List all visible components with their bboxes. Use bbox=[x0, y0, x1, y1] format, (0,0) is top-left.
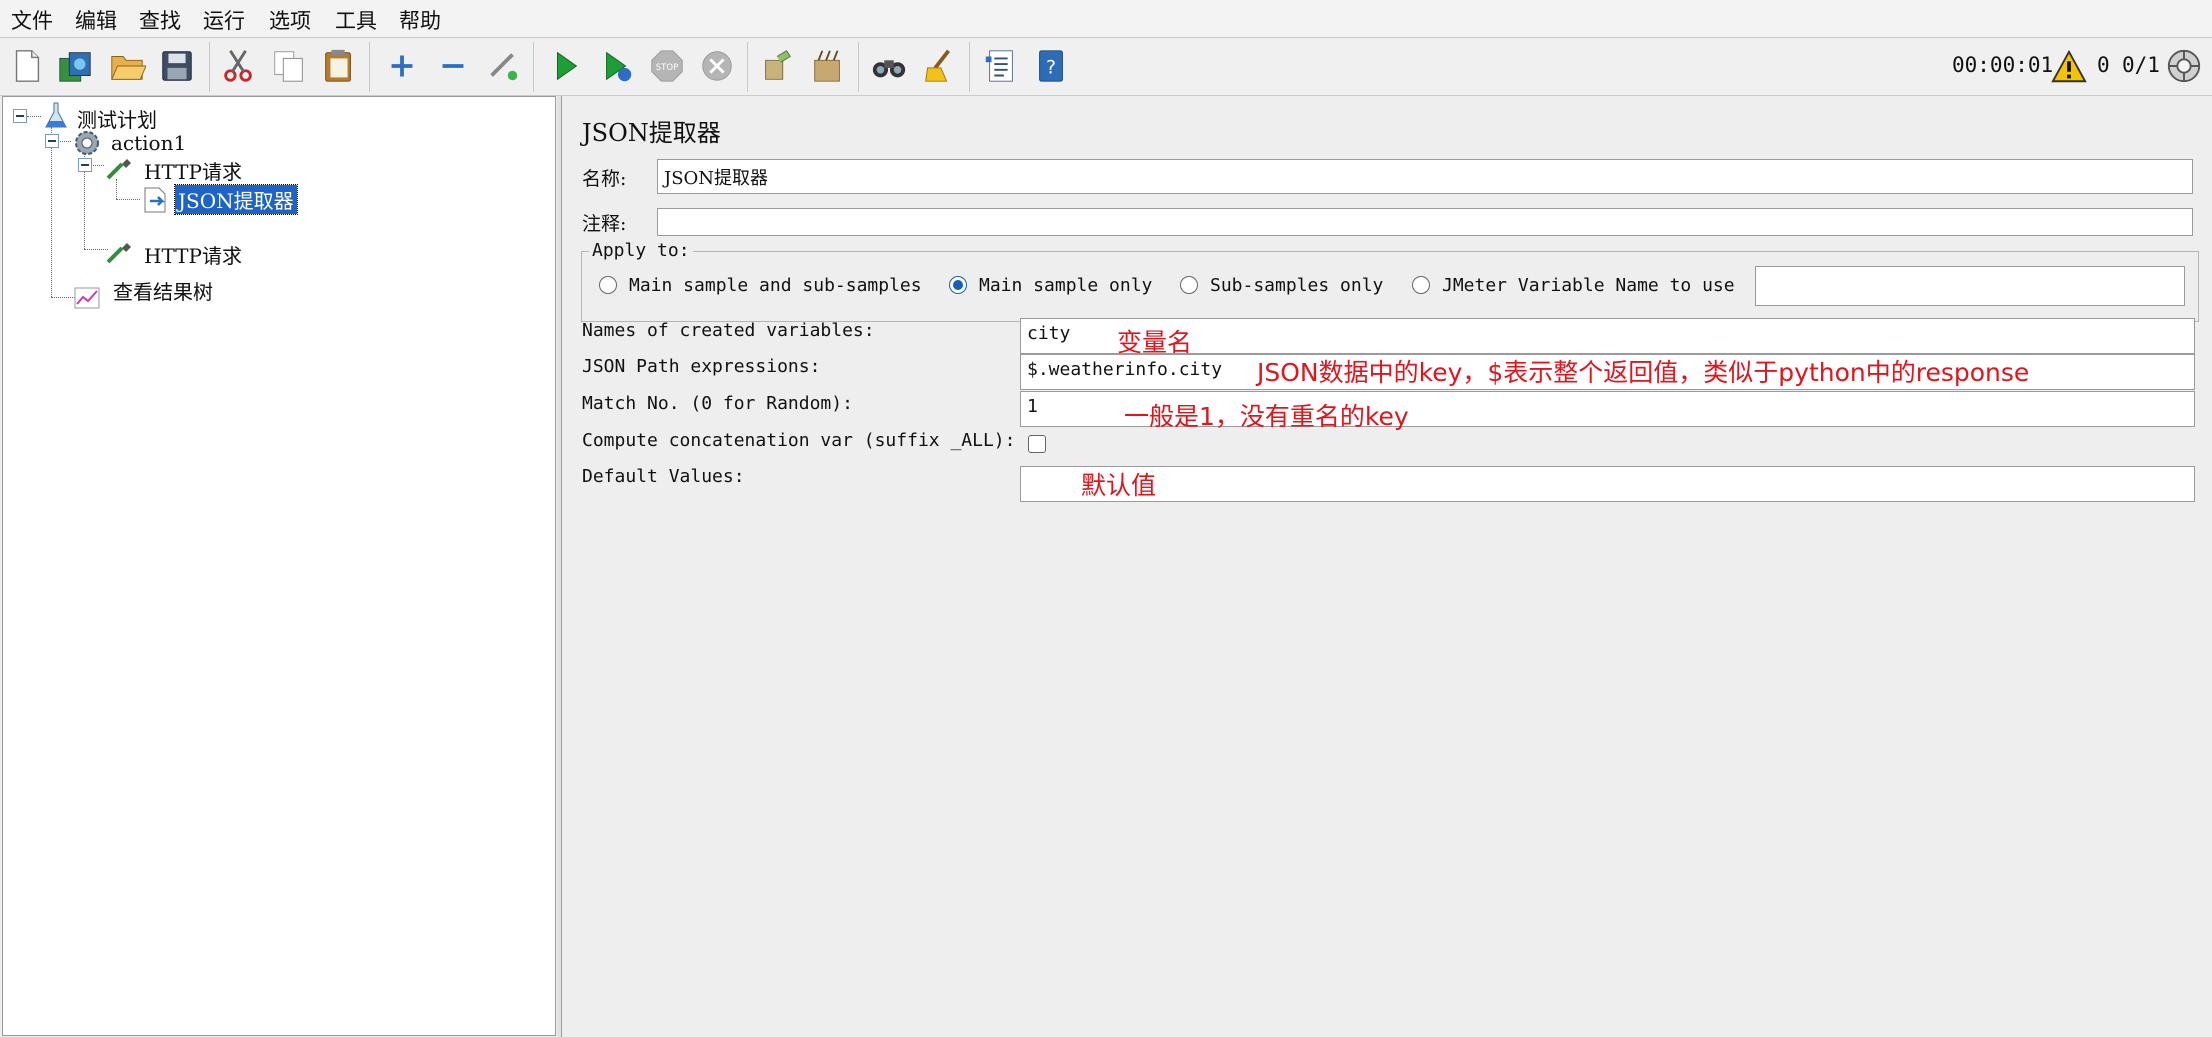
help-icon[interactable]: ? bbox=[1031, 46, 1071, 86]
toggle-icon[interactable] bbox=[483, 46, 523, 86]
new-icon[interactable] bbox=[7, 46, 47, 86]
warning-count: 0 bbox=[2097, 53, 2110, 77]
annotation-json-path: JSON数据中的key，$表示整个返回值，类似于python中的response bbox=[1257, 358, 2030, 387]
clear-icon[interactable] bbox=[757, 46, 797, 86]
comment-field[interactable] bbox=[657, 208, 2193, 236]
menu-help[interactable]: 帮助 bbox=[399, 5, 441, 35]
collapse-toggle-http1[interactable] bbox=[78, 158, 92, 172]
warning-icon[interactable] bbox=[2049, 47, 2089, 87]
tree-item-view-results-tree[interactable]: 查看结果树 bbox=[113, 276, 213, 305]
menu-file[interactable]: 文件 bbox=[11, 5, 53, 35]
radio-main-only-label: Main sample only bbox=[979, 275, 1153, 296]
annotation-default-values: 默认值 bbox=[1081, 471, 1157, 500]
function-helper-icon[interactable] bbox=[981, 46, 1021, 86]
menu-run[interactable]: 运行 bbox=[203, 5, 245, 35]
radio-main-and-sub[interactable] bbox=[599, 276, 617, 294]
default-values-label: Default Values: bbox=[582, 466, 745, 487]
compute-concat-checkbox[interactable] bbox=[1028, 435, 1046, 453]
json-path-label: JSON Path expressions: bbox=[582, 356, 821, 377]
test-plan-icon bbox=[41, 101, 71, 131]
radio-jmeter-variable[interactable] bbox=[1412, 276, 1430, 294]
names-of-variables-label: Names of created variables: bbox=[582, 320, 875, 341]
thread-count: 0/1 bbox=[2122, 53, 2160, 77]
thread-group-icon bbox=[72, 128, 102, 158]
copy-icon[interactable] bbox=[269, 46, 309, 86]
reset-search-icon[interactable] bbox=[919, 46, 959, 86]
paste-icon[interactable] bbox=[319, 46, 359, 86]
jmeter-variable-name-field[interactable] bbox=[1755, 266, 2185, 306]
start-icon[interactable] bbox=[546, 46, 586, 86]
toolbar: STOP ? 00:00:01 0 0/1 bbox=[0, 38, 2212, 96]
json-extractor-panel: JSON提取器 名称: JSON提取器 注释: Apply to: Main s… bbox=[561, 96, 2212, 1037]
menu-edit[interactable]: 编辑 bbox=[75, 5, 117, 35]
menu-bar: 文件 编辑 查找 运行 选项 工具 帮助 bbox=[0, 0, 2212, 38]
default-values-field[interactable] bbox=[1020, 466, 2195, 502]
match-no-label: Match No. (0 for Random): bbox=[582, 393, 853, 414]
menu-tools[interactable]: 工具 bbox=[335, 5, 377, 35]
sampler-pipette-icon bbox=[104, 236, 134, 266]
names-of-variables-field[interactable]: city bbox=[1020, 318, 2195, 354]
post-processor-icon bbox=[140, 185, 170, 215]
svg-text:STOP: STOP bbox=[656, 63, 679, 73]
open-icon[interactable] bbox=[107, 46, 147, 86]
save-icon[interactable] bbox=[157, 46, 197, 86]
templates-icon[interactable] bbox=[55, 46, 95, 86]
collapse-toggle-action1[interactable] bbox=[45, 134, 59, 148]
annotation-match-no: 一般是1，没有重名的key bbox=[1124, 402, 1409, 431]
panel-title: JSON提取器 bbox=[582, 119, 721, 147]
tree-item-json-extractor[interactable]: JSON提取器 bbox=[174, 184, 298, 215]
elapsed-time: 00:00:01 bbox=[1952, 53, 2054, 77]
collapse-icon[interactable] bbox=[433, 46, 473, 86]
tree-item-http-request-2[interactable]: HTTP请求 bbox=[144, 240, 242, 269]
stop-icon[interactable]: STOP bbox=[647, 46, 687, 86]
radio-jmeter-variable-label: JMeter Variable Name to use bbox=[1442, 275, 1735, 296]
sampler-pipette-icon bbox=[104, 152, 134, 182]
test-plan-tree: 测试计划 action1 HTTP请求 JSON提取器 HTTP请求 查看结果树 bbox=[2, 96, 556, 1036]
radio-sub-only[interactable] bbox=[1180, 276, 1198, 294]
collapse-toggle-test-plan[interactable] bbox=[13, 109, 27, 123]
shutdown-icon[interactable] bbox=[697, 46, 737, 86]
expand-icon[interactable] bbox=[382, 46, 422, 86]
radio-main-only[interactable] bbox=[949, 276, 967, 294]
listener-graph-icon bbox=[72, 282, 102, 312]
apply-to-legend: Apply to: bbox=[589, 240, 693, 261]
tree-item-http-request-1[interactable]: HTTP请求 bbox=[144, 156, 242, 185]
radio-main-and-sub-label: Main sample and sub-samples bbox=[629, 275, 922, 296]
comment-label: 注释: bbox=[582, 213, 627, 235]
clear-all-icon[interactable] bbox=[808, 46, 848, 86]
compute-concat-label: Compute concatenation var (suffix _ALL): bbox=[582, 430, 1016, 451]
start-no-pause-icon[interactable] bbox=[597, 46, 637, 86]
name-field[interactable]: JSON提取器 bbox=[657, 159, 2193, 194]
name-label: 名称: bbox=[582, 168, 627, 190]
menu-options[interactable]: 选项 bbox=[269, 5, 311, 35]
svg-text:?: ? bbox=[1046, 57, 1056, 79]
status-indicator-icon bbox=[2164, 46, 2204, 86]
radio-sub-only-label: Sub-samples only bbox=[1210, 275, 1384, 296]
menu-search[interactable]: 查找 bbox=[139, 5, 181, 35]
cut-icon[interactable] bbox=[218, 46, 258, 86]
search-icon[interactable] bbox=[869, 46, 909, 86]
